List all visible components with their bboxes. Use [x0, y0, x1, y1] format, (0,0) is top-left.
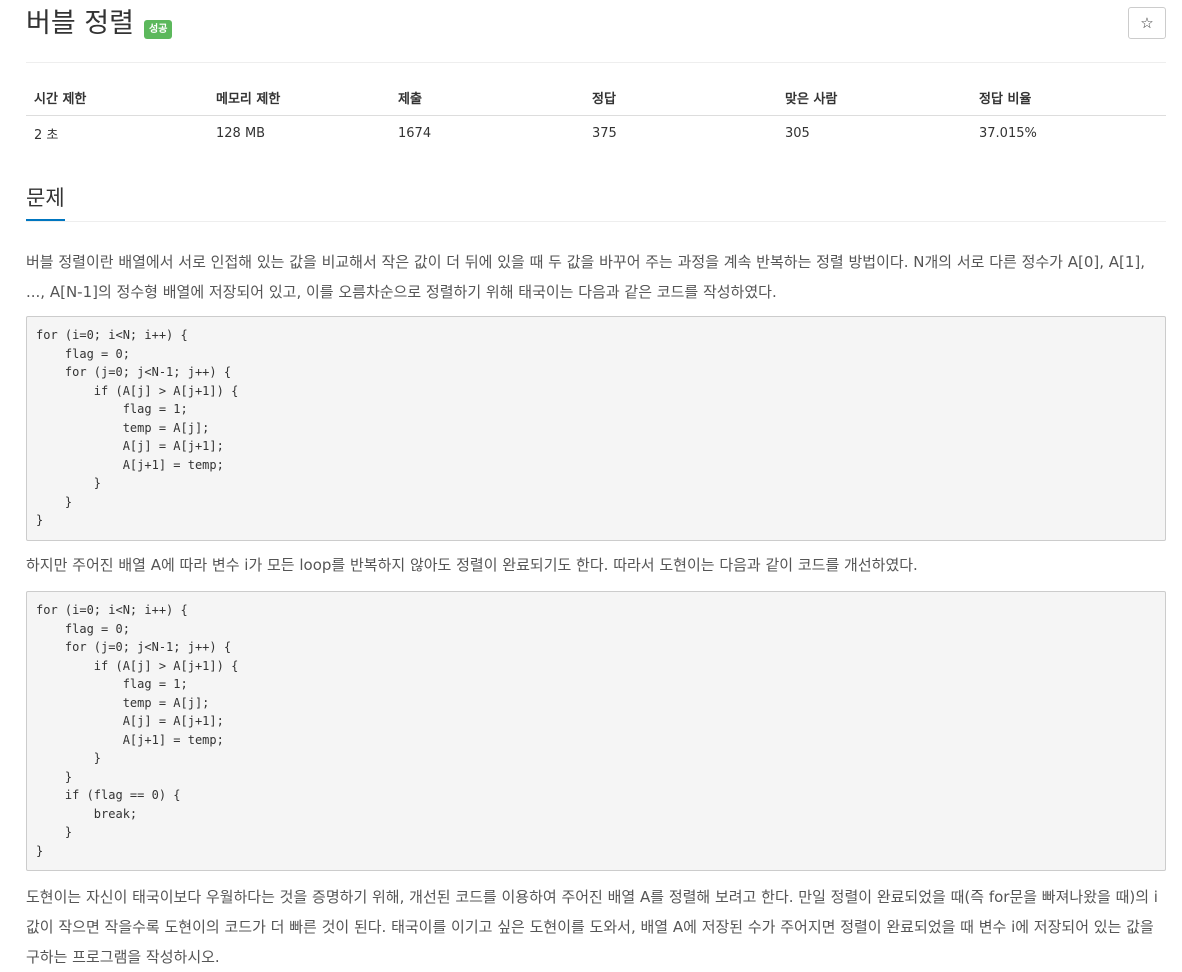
problem-description-paragraph-2: 하지만 주어진 배열 A에 따라 변수 i가 모든 loop를 반복하지 않아도…: [26, 556, 918, 574]
memory-limit-header: 메모리 제한: [208, 80, 390, 116]
info-header-row: 시간 제한 메모리 제한 제출 정답 맞은 사람 정답 비율: [26, 80, 1166, 116]
status-badge: 성공: [144, 20, 173, 39]
problem-header: 버블 정렬 성공 ☆: [26, 0, 1166, 63]
star-button[interactable]: ☆: [1128, 7, 1166, 39]
memory-limit-value: 128 MB: [216, 126, 266, 142]
accept-ratio-header: 정답 비율: [971, 80, 1166, 116]
problem-description-paragraph-3: 도현이는 자신이 태국이보다 우월하다는 것을 증명하기 위해, 개선된 코드를…: [26, 888, 1158, 966]
submissions-value: 1674: [398, 126, 432, 142]
code-block-1: for (i=0; i<N; i++) { flag = 0; for (j=0…: [26, 316, 1166, 541]
info-value-row: 2 초 128 MB 1674 375 305 37.015%: [26, 115, 1166, 152]
code-block-2: for (i=0; i<N; i++) { flag = 0; for (j=0…: [26, 591, 1166, 871]
problem-title: 버블 정렬: [26, 8, 134, 39]
accepted-header: 정답: [584, 80, 777, 116]
time-limit-header: 시간 제한: [26, 80, 208, 116]
star-icon: ☆: [1140, 14, 1154, 32]
problem-section-header: 문제: [26, 180, 1166, 222]
problem-info-table: 시간 제한 메모리 제한 제출 정답 맞은 사람 정답 비율 2 초 128 M…: [26, 80, 1166, 152]
accept-ratio-value: 37.015%: [979, 126, 1037, 142]
solvers-value: 305: [785, 126, 810, 142]
problem-description-paragraph-1: 버블 정렬이란 배열에서 서로 인접해 있는 값을 비교해서 작은 값이 더 뒤…: [26, 253, 1146, 301]
problem-page: 버블 정렬 성공 ☆ 시간 제한 메모리 제한 제출 정답 맞은 사람 정답 비…: [0, 0, 1182, 966]
time-limit-value: 2 초: [34, 128, 59, 144]
submissions-header: 제출: [390, 80, 584, 116]
accepted-value: 375: [592, 126, 617, 142]
solvers-header: 맞은 사람: [777, 80, 971, 116]
section-title: 문제: [26, 183, 65, 221]
